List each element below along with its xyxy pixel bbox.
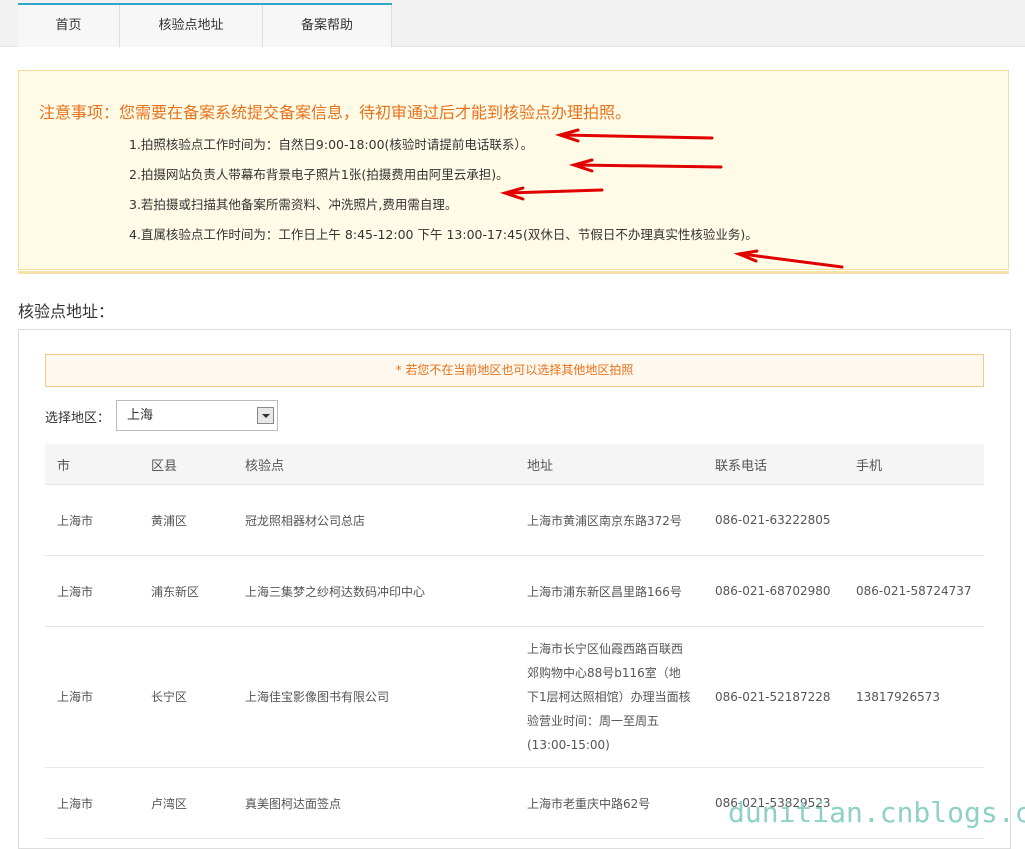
col-district: 区县 bbox=[139, 444, 233, 485]
col-mobile: 手机 bbox=[844, 444, 984, 485]
cell-site: 真美图柯达面签点 bbox=[233, 767, 515, 839]
cell-district: 黄浦区 bbox=[139, 484, 233, 556]
cell-district: 长宁区 bbox=[139, 626, 233, 768]
cell-city: 上海市 bbox=[45, 626, 139, 768]
cell-address: 上海市浦东新区昌里路166号 bbox=[515, 555, 703, 627]
region-select[interactable]: 上海 bbox=[116, 400, 278, 431]
cell-mobile bbox=[844, 484, 984, 556]
col-address: 地址 bbox=[515, 444, 703, 485]
table-row: 上海市 黄浦区 冠龙照相器材公司总店 上海市黄浦区南京东路372号 086-02… bbox=[45, 484, 984, 556]
table-row: 上海市 长宁区 上海佳宝影像图书有限公司 上海市长宁区仙霞西路百联西郊购物中心8… bbox=[45, 626, 984, 768]
col-phone: 联系电话 bbox=[703, 444, 844, 485]
cell-district: 浦东新区 bbox=[139, 555, 233, 627]
arrow-3 bbox=[506, 188, 604, 195]
verification-table: 市 区县 核验点 地址 联系电话 手机 上海市 黄浦区 冠龙照相器材公司总店 上… bbox=[45, 444, 984, 839]
table-row: 上海市 浦东新区 上海三集梦之纱柯达数码冲印中心 上海市浦东新区昌里路166号 … bbox=[45, 555, 984, 627]
arrow-2 bbox=[575, 163, 723, 169]
cell-site: 上海三集梦之纱柯达数码冲印中心 bbox=[233, 555, 515, 627]
annotation-arrows bbox=[499, 128, 844, 269]
cell-mobile: 086-021-58724737 bbox=[844, 555, 984, 627]
region-selected-value: 上海 bbox=[127, 408, 154, 423]
cell-phone: 086-021-52187228 bbox=[703, 626, 844, 768]
chevron-down-icon[interactable] bbox=[257, 407, 274, 424]
cell-city: 上海市 bbox=[45, 767, 139, 839]
cell-district: 卢湾区 bbox=[139, 767, 233, 839]
cell-city: 上海市 bbox=[45, 484, 139, 556]
section-title: 核验点地址： bbox=[18, 302, 115, 321]
verification-panel: * 若您不在当前地区也可以选择其他地区拍照 选择地区： 上海 市 区县 核验点 … bbox=[18, 329, 1011, 849]
table-header-row: 市 区县 核验点 地址 联系电话 手机 bbox=[45, 444, 984, 485]
cell-address: 上海市长宁区仙霞西路百联西郊购物中心88号b116室（地下1层柯达照相馆）办理当… bbox=[515, 626, 703, 768]
cell-address: 上海市黄浦区南京东路372号 bbox=[515, 484, 703, 556]
region-label: 选择地区： bbox=[45, 411, 111, 426]
cell-phone: 086-021-63222805 bbox=[703, 484, 844, 556]
col-city: 市 bbox=[45, 444, 139, 485]
watermark: dunitian.cnblogs.com bbox=[728, 796, 1025, 829]
cell-phone: 086-021-68702980 bbox=[703, 555, 844, 627]
cell-city: 上海市 bbox=[45, 555, 139, 627]
arrow-1 bbox=[561, 133, 714, 140]
col-site: 核验点 bbox=[233, 444, 515, 485]
cell-site: 冠龙照相器材公司总店 bbox=[233, 484, 515, 556]
region-tip: * 若您不在当前地区也可以选择其他地区拍照 bbox=[45, 354, 984, 387]
cell-mobile: 13817926573 bbox=[844, 626, 984, 768]
cell-address: 上海市老重庆中路62号 bbox=[515, 767, 703, 839]
cell-site: 上海佳宝影像图书有限公司 bbox=[233, 626, 515, 768]
